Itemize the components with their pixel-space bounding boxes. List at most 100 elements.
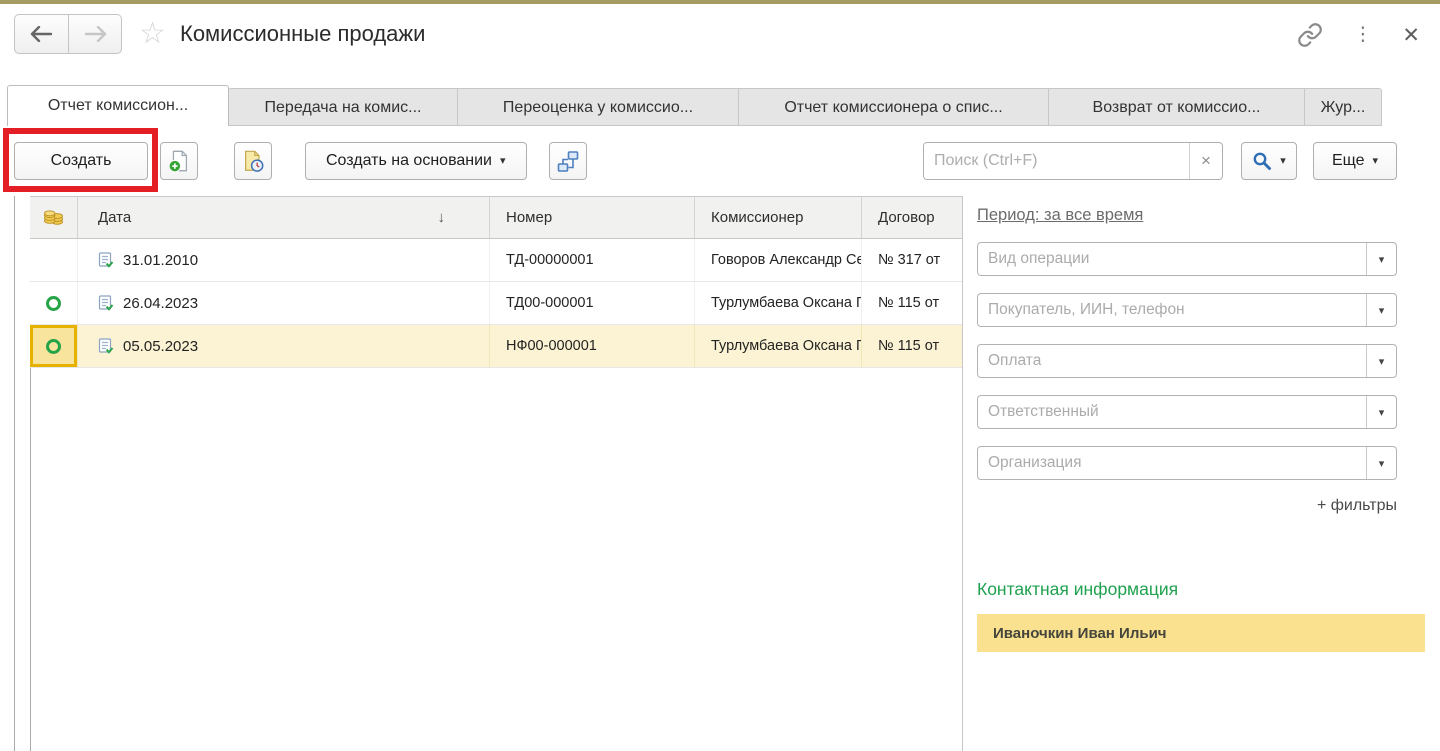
tab-return-from-agent[interactable]: Возврат от комиссио... [1048,88,1305,126]
agent-name: Турлумбаева Оксана Георгиевна [711,295,862,311]
tab-journal[interactable]: Жур... [1304,88,1382,126]
dropdown-button[interactable]: ▾ [1366,294,1396,326]
agent-cell[interactable]: Говоров Александр Сергеевич [695,239,862,281]
favorite-star-icon[interactable]: ☆ [139,18,166,50]
filter-responsible[interactable]: Ответственный ▾ [977,395,1397,429]
contract-ref: № 115 от [878,338,939,354]
link-icon [1297,22,1323,48]
more-menu-button[interactable]: ⋮ [1353,23,1372,47]
tab-commission-agent-report[interactable]: Отчет комиссион... [7,85,229,126]
filter-placeholder: Ответственный [988,396,1099,428]
contract-cell[interactable]: № 317 от [862,239,962,281]
more-actions-label: Еще [1332,152,1365,170]
date-cell[interactable]: 05.05.2023 [78,325,490,367]
contract-cell[interactable]: № 115 от [862,282,962,324]
related-documents-button[interactable] [549,142,587,180]
contract-column-label: Договор [878,209,935,226]
filter-fields: Вид операции ▾ Покупатель, ИИН, телефон … [977,242,1397,480]
contract-ref: № 115 от [878,295,939,311]
filter-buyer[interactable]: Покупатель, ИИН, телефон ▾ [977,293,1397,327]
number-cell[interactable]: ТД00-000001 [490,282,695,324]
filter-placeholder: Оплата [988,345,1041,377]
search-clear-button[interactable]: × [1189,143,1222,179]
agent-name: Говоров Александр Сергеевич [711,252,862,268]
column-header-contract[interactable]: Договор [862,197,962,238]
date-cell[interactable]: 31.01.2010 [78,239,490,281]
more-filters-link[interactable]: + фильтры [977,497,1397,515]
tab-revaluation-at-agent[interactable]: Переоценка у комиссио... [457,88,739,126]
close-window-button[interactable]: ✕ [1402,23,1420,48]
new-document-icon [167,148,191,174]
posted-document-icon [98,338,114,354]
caret-down-icon: ▾ [500,156,506,166]
search-input[interactable] [924,143,1189,179]
documents-table: Дата ↓ Номер Комиссионер Договор [30,196,962,368]
document-date: 26.04.2023 [123,295,198,312]
page-title: Комиссионные продажи [180,21,425,47]
application-window: ☆ Комиссионные продажи ⋮ ✕ Отчет комисси… [0,0,1440,751]
dropdown-button[interactable]: ▾ [1366,243,1396,275]
dropdown-button[interactable]: ▾ [1366,396,1396,428]
date-cell[interactable]: 26.04.2023 [78,282,490,324]
filter-organization[interactable]: Организация ▾ [977,446,1397,480]
forward-button[interactable] [68,15,121,53]
payment-status-cell[interactable] [30,239,78,281]
list-toolbar: Создать Создать на основании [0,126,1440,196]
magnifier-icon [1252,151,1272,171]
contract-ref: № 317 от [878,252,940,268]
dropdown-button[interactable]: ▾ [1366,447,1396,479]
column-header-number[interactable]: Номер [490,197,695,238]
create-button[interactable]: Создать [14,142,148,180]
get-link-button[interactable] [1297,22,1323,48]
agent-cell[interactable]: Турлумбаева Оксана Георгиевна [695,325,862,367]
filter-payment[interactable]: Оплата ▾ [977,344,1397,378]
period-link[interactable]: Период: за все время [977,206,1143,225]
column-header-date[interactable]: Дата ↓ [78,197,490,238]
content-area: Дата ↓ Номер Комиссионер Договор [0,196,1440,751]
caret-down-icon: ▾ [1373,156,1379,166]
more-actions-button[interactable]: Еще ▾ [1313,142,1397,180]
payment-status-cell-focused[interactable] [30,325,78,367]
agent-cell[interactable]: Турлумбаева Оксана Георгиевна [695,282,862,324]
copy-document-button[interactable] [234,142,272,180]
table-row[interactable]: 31.01.2010 ТД-00000001 Говоров Александр… [30,239,962,282]
document-structure-icon [556,149,580,174]
coins-icon [42,208,65,227]
tab-transfer-to-commission[interactable]: Передача на комис... [228,88,458,126]
table-left-border [14,196,15,751]
table-row[interactable]: 26.04.2023 ТД00-000001 Турлумбаева Оксан… [30,282,962,325]
new-document-button[interactable] [160,142,198,180]
caret-down-icon: ▾ [1379,253,1385,266]
header-icons: ⋮ ✕ [1297,22,1420,48]
caret-down-icon: ▾ [1379,304,1385,317]
agent-column-label: Комиссионер [711,209,803,226]
number-column-label: Номер [506,209,552,226]
table-row-selected[interactable]: 05.05.2023 НФ00-000001 Турлумбаева Оксан… [30,325,962,368]
close-icon: ✕ [1402,23,1420,48]
toolbar-left-group: Создать Создать на основании [14,142,587,180]
sort-descending-icon: ↓ [438,209,446,226]
filter-operation-type[interactable]: Вид операции ▾ [977,242,1397,276]
create-based-on-button[interactable]: Создать на основании ▾ [305,142,527,180]
filter-panel: Период: за все время Вид операции ▾ Поку… [963,196,1440,751]
toolbar-right-group: × ▾ Еще ▾ [923,142,1397,180]
caret-down-icon: ▾ [1280,156,1286,166]
number-cell[interactable]: ТД-00000001 [490,239,695,281]
document-number: ТД-00000001 [506,252,594,268]
contract-cell[interactable]: № 115 от [862,325,962,367]
column-header-agent[interactable]: Комиссионер [695,197,862,238]
payment-status-cell[interactable] [30,282,78,324]
tab-agent-writeoff-report[interactable]: Отчет комиссионера о спис... [738,88,1049,126]
contact-person-item[interactable]: Иваночкин Иван Ильич [977,614,1425,652]
dropdown-button[interactable]: ▾ [1366,345,1396,377]
document-date: 31.01.2010 [123,252,198,269]
payment-status-circle-icon [46,339,61,354]
number-cell[interactable]: НФ00-000001 [490,325,695,367]
tab-strip: Отчет комиссион... Передача на комис... … [0,85,1440,126]
history-nav-group [14,14,122,54]
search-options-button[interactable]: ▾ [1241,142,1297,180]
back-button[interactable] [15,15,68,53]
create-based-on-label: Создать на основании [326,152,492,170]
clear-icon: × [1201,151,1211,171]
column-header-payment[interactable] [30,197,78,238]
